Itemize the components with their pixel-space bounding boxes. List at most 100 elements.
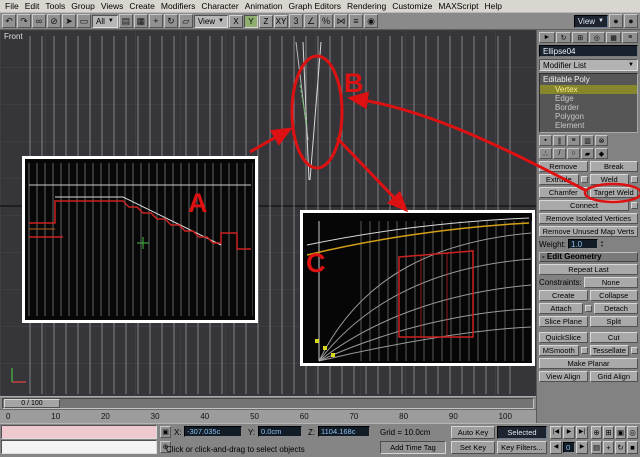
field-of-view-icon[interactable]: ▤ — [591, 441, 602, 454]
menu-modifiers[interactable]: Modifiers — [158, 0, 198, 12]
edit-geometry-rollout[interactable]: - Edit Geometry — [539, 252, 638, 262]
menu-group[interactable]: Group — [68, 0, 98, 12]
menu-edit[interactable]: Edit — [22, 0, 43, 12]
selection-filter-dropdown[interactable]: All ▼ — [92, 14, 118, 28]
go-to-start-button[interactable]: |◀ — [550, 426, 562, 439]
maximize-viewport-icon[interactable]: ■ — [627, 441, 638, 454]
select-by-name-icon[interactable]: ▤ — [118, 14, 133, 28]
detach-button[interactable]: Detach — [594, 303, 638, 314]
repeat-last-button[interactable]: Repeat Last — [539, 264, 638, 275]
menu-tools[interactable]: Tools — [42, 0, 68, 12]
attach-button[interactable]: Attach — [539, 303, 583, 314]
msmooth-button[interactable]: MSmooth — [539, 345, 579, 356]
snap-toggle-icon[interactable]: 3 — [289, 14, 303, 28]
connect-settings-icon[interactable] — [631, 202, 638, 209]
menu-animation[interactable]: Animation — [242, 0, 286, 12]
motion-tab-icon[interactable]: ◎ — [589, 32, 605, 43]
z-coord-field[interactable]: 1104.168c — [318, 426, 370, 437]
go-to-end-button[interactable]: ▶| — [576, 426, 588, 439]
scale-icon[interactable]: ▱ — [178, 14, 193, 28]
make-unique-icon[interactable]: ≡ — [567, 135, 580, 146]
menu-graph-editors[interactable]: Graph Editors — [286, 0, 344, 12]
rectangular-region-icon[interactable]: ▭ — [77, 14, 91, 28]
next-frame-button[interactable]: ▶ — [576, 441, 588, 454]
modify-tab-icon[interactable]: ↻ — [555, 32, 572, 43]
render-scene-icon[interactable]: ● — [609, 14, 623, 28]
menu-rendering[interactable]: Rendering — [344, 0, 389, 12]
zoom-extents-icon[interactable]: ▣ — [615, 426, 626, 439]
arc-rotate-icon[interactable]: ↻ — [615, 441, 626, 454]
selection-lock-icon[interactable]: ▣ — [160, 426, 171, 438]
break-button[interactable]: Break — [589, 161, 638, 172]
quickslice-button[interactable]: QuickSlice — [539, 332, 588, 343]
connect-button[interactable]: Connect — [539, 200, 629, 211]
quick-render-icon[interactable]: ● — [624, 14, 638, 28]
weight-field[interactable]: 1.0 — [567, 239, 598, 249]
vertex-mode-icon[interactable]: ∴ — [539, 148, 552, 159]
collapse-button[interactable]: Collapse — [589, 290, 638, 301]
menu-maxscript[interactable]: MAXScript — [435, 0, 481, 12]
edge-mode-icon[interactable]: / — [553, 148, 566, 159]
redo-icon[interactable]: ↷ — [17, 14, 31, 28]
make-planar-button[interactable]: Make Planar — [539, 358, 638, 369]
extrude-button[interactable]: Extrude — [539, 174, 579, 185]
material-editor-icon[interactable]: ◉ — [364, 14, 378, 28]
menu-customize[interactable]: Customize — [389, 0, 435, 12]
x-coord-field[interactable]: -307.035c — [184, 426, 242, 437]
viewport-front[interactable]: Front — [0, 30, 536, 396]
pan-icon[interactable]: + — [603, 441, 614, 454]
restrict-y-button[interactable]: Y — [244, 14, 258, 28]
key-filters-button[interactable]: Key Filters... — [497, 441, 547, 454]
remove-unused-map-verts-button[interactable]: Remove Unused Map Verts — [539, 226, 638, 237]
unlink-selection-icon[interactable]: ⊘ — [47, 14, 61, 28]
select-and-link-icon[interactable]: ∞ — [32, 14, 46, 28]
stack-polygon[interactable]: Polygon — [540, 112, 637, 121]
extrude-settings-icon[interactable] — [580, 176, 588, 183]
move-icon[interactable]: + — [148, 14, 163, 28]
remove-isolated-vertices-button[interactable]: Remove Isolated Vertices — [539, 213, 638, 224]
modifier-list-dropdown[interactable]: Modifier List ▼ — [539, 59, 638, 71]
y-coord-field[interactable]: 0.0cm — [258, 426, 302, 437]
viewport-dropdown[interactable]: View ▼ — [573, 14, 608, 28]
time-slider-thumb[interactable]: 0 / 100 — [4, 399, 60, 408]
stack-border[interactable]: Border — [540, 103, 637, 112]
utilities-tab-icon[interactable]: ≡ — [622, 32, 639, 43]
menu-views[interactable]: Views — [98, 0, 127, 12]
remove-button[interactable]: Remove — [539, 161, 588, 172]
stack-edge[interactable]: Edge — [540, 94, 637, 103]
angle-snap-icon[interactable]: ∠ — [304, 14, 318, 28]
create-tab-icon[interactable]: ► — [539, 32, 555, 43]
current-frame-field[interactable]: 0 — [563, 442, 575, 453]
window-crossing-icon[interactable]: ▦ — [133, 14, 148, 28]
configure-modifier-sets-icon[interactable]: ⊗ — [595, 135, 608, 146]
restrict-x-button[interactable]: X — [229, 14, 243, 28]
undo-icon[interactable]: ↶ — [2, 14, 16, 28]
time-slider-track[interactable]: 0 / 100 — [2, 398, 534, 409]
target-weld-button[interactable]: Target Weld — [589, 187, 638, 198]
border-mode-icon[interactable]: ○ — [567, 148, 580, 159]
align-icon[interactable]: ≡ — [349, 14, 363, 28]
slice-plane-button[interactable]: Slice Plane — [539, 316, 588, 327]
select-object-icon[interactable]: ➤ — [62, 14, 76, 28]
previous-frame-button[interactable]: ◀ — [550, 441, 562, 454]
pin-stack-icon[interactable]: ▪ — [539, 135, 552, 146]
cut-button[interactable]: Cut — [589, 332, 638, 343]
zoom-icon[interactable]: ⊕ — [591, 426, 602, 439]
hierarchy-tab-icon[interactable]: ⊞ — [572, 32, 589, 43]
menu-help[interactable]: Help — [482, 0, 505, 12]
stack-editable-poly[interactable]: Editable Poly — [540, 74, 637, 85]
track-bar[interactable]: 0 10 20 30 40 50 60 70 80 90 100 — [0, 409, 536, 423]
chamfer-button[interactable]: Chamfer — [539, 187, 588, 198]
reference-coordinate-dropdown[interactable]: View ▼ — [193, 14, 228, 28]
macro-recorder-field[interactable] — [1, 425, 157, 439]
zoom-all-icon[interactable]: ⊞ — [603, 426, 614, 439]
tessellate-settings-icon[interactable] — [631, 347, 638, 354]
rotate-icon[interactable]: ↻ — [163, 14, 178, 28]
element-mode-icon[interactable]: ◆ — [595, 148, 608, 159]
weld-settings-icon[interactable] — [631, 176, 638, 183]
percent-snap-icon[interactable]: % — [319, 14, 333, 28]
play-button[interactable]: ▶ — [563, 426, 575, 439]
grid-align-button[interactable]: Grid Align — [589, 371, 638, 382]
view-align-button[interactable]: View Align — [539, 371, 588, 382]
constraints-dropdown[interactable]: None — [583, 277, 638, 288]
